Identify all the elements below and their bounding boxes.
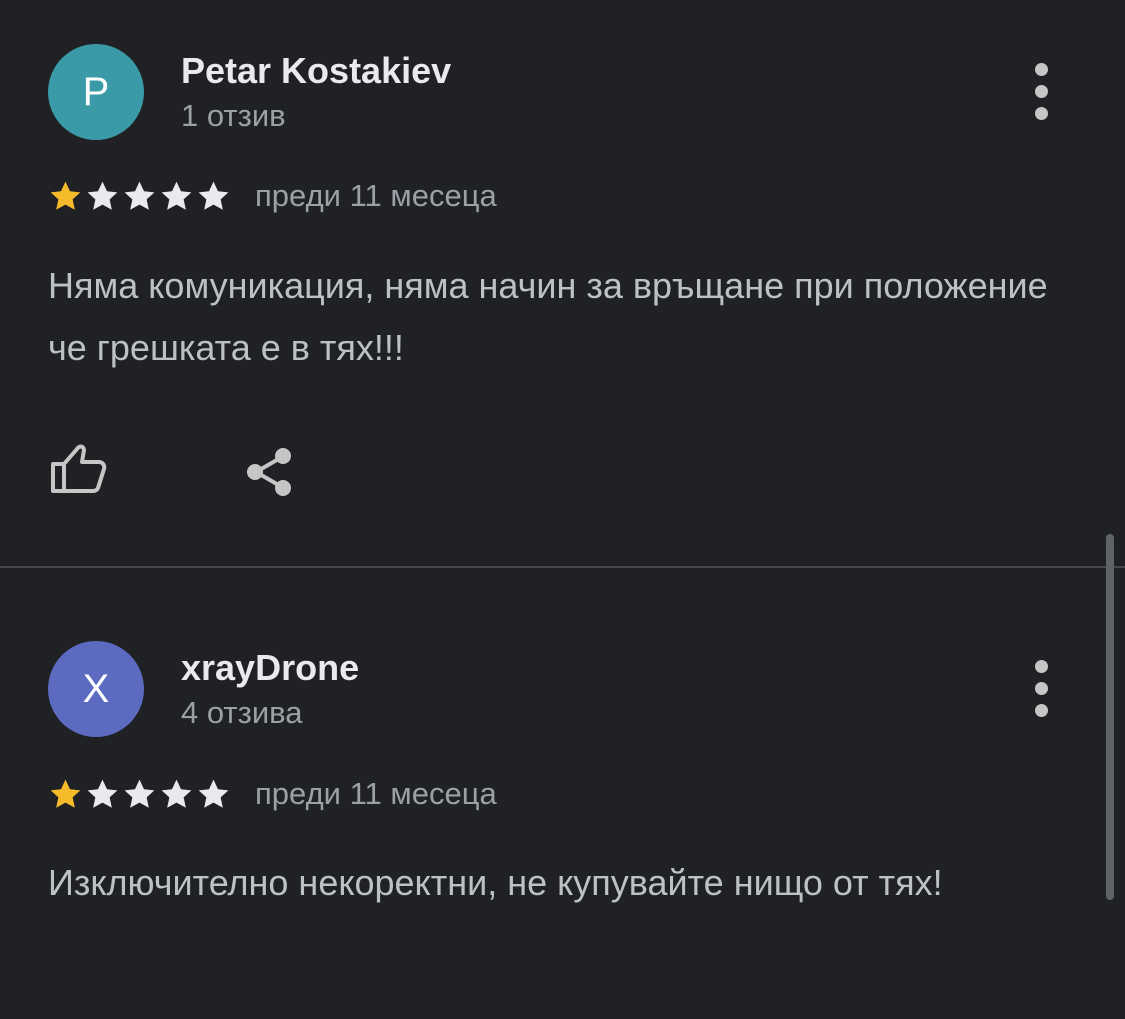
star-empty-icon <box>161 181 192 210</box>
scrollbar[interactable] <box>1106 534 1114 900</box>
review-date: преди 11 месеца <box>255 776 497 811</box>
review-count: 4 отзива <box>181 695 303 730</box>
avatar-letter: X <box>82 666 110 711</box>
thumbs-up-icon[interactable] <box>48 440 110 496</box>
star-empty-icon <box>87 779 118 808</box>
star-rating <box>48 777 231 812</box>
divider <box>0 566 1125 568</box>
avatar[interactable]: X <box>48 641 144 737</box>
more-vert-icon[interactable] <box>1020 59 1062 123</box>
review-text: Изключително некоректни, не купувайте ни… <box>48 862 943 903</box>
reviews-page: P Petar Kostakiev 1 отзив преди 11 месец… <box>0 0 1125 1019</box>
star-empty-icon <box>161 779 192 808</box>
star-rating <box>48 179 231 214</box>
review-text: Няма комуникация, няма начин за връщане … <box>48 265 1048 368</box>
share-icon[interactable] <box>242 444 298 500</box>
review-card: P Petar Kostakiev 1 отзив преди 11 месец… <box>0 0 1125 567</box>
rating-row: преди 11 месеца <box>48 176 497 216</box>
star-empty-icon <box>87 181 118 210</box>
avatar-letter: P <box>82 69 110 114</box>
review-count: 1 отзив <box>181 98 286 133</box>
star-filled-icon <box>50 779 81 808</box>
review-card: X xrayDrone 4 отзива преди 11 месеца Изк… <box>0 569 1125 1019</box>
author-name[interactable]: Petar Kostakiev <box>181 50 451 92</box>
star-filled-icon <box>50 181 81 210</box>
more-vert-icon[interactable] <box>1020 656 1062 720</box>
rating-row: преди 11 месеца <box>48 774 497 814</box>
avatar[interactable]: P <box>48 44 144 140</box>
star-empty-icon <box>124 779 155 808</box>
author-name[interactable]: xrayDrone <box>181 647 359 689</box>
star-empty-icon <box>124 181 155 210</box>
star-empty-icon <box>198 779 229 808</box>
review-date: преди 11 месеца <box>255 178 497 213</box>
star-empty-icon <box>198 181 229 210</box>
